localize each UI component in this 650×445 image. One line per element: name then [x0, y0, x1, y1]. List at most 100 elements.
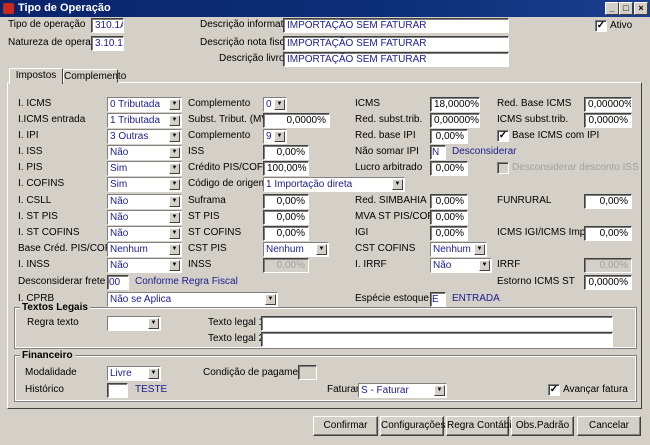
icms-subst-input[interactable]: 0,0000% [584, 113, 632, 128]
ativo-label: Ativo [610, 20, 633, 31]
i-csll-select[interactable]: Não ▼ [107, 194, 182, 209]
descricao-nota-fiscal-input[interactable]: IMPORTAÇÃO SEM FATURAR [283, 36, 509, 51]
irrf-input[interactable]: 0,00% [584, 258, 632, 273]
texto-legal-2-input[interactable] [261, 332, 613, 347]
estorno-input[interactable]: 0,0000% [584, 275, 632, 290]
i-st-pis-select[interactable]: Não ▼ [107, 210, 182, 225]
cst-pis-select[interactable]: Nenhum ▼ [263, 242, 329, 257]
suframa-input[interactable]: 0,00% [263, 194, 309, 209]
red-base-icms-input[interactable]: 0,00000% [584, 97, 632, 112]
chevron-down-icon[interactable]: ▼ [169, 115, 180, 126]
cst-cofins-select[interactable]: Nenhum ▼ [430, 242, 487, 257]
confirmar-button[interactable]: Confirmar [313, 416, 378, 436]
i-csll-value: Não [110, 196, 129, 207]
st-pis-label: ST PIS [188, 211, 220, 222]
condicao-pagamento-label: Condição de pagamento [203, 367, 312, 378]
base-icms-ipi-checkbox[interactable]: ✓ [497, 130, 509, 142]
icms-igi-input[interactable]: 0,00% [584, 226, 632, 241]
lucro-arb-input[interactable]: 0,00% [430, 161, 468, 176]
complemento2-select[interactable]: 9 ▼ [263, 129, 287, 144]
i-icms-entrada-label: I.ICMS entrada [18, 114, 86, 125]
i-irrf-select[interactable]: Não ▼ [430, 258, 492, 273]
chevron-down-icon[interactable]: ▼ [148, 318, 159, 329]
inss-input[interactable]: 0,00% [263, 258, 309, 273]
tab-complemento[interactable]: Complemento [63, 69, 126, 83]
especie-input[interactable]: E [430, 292, 446, 307]
complemento1-value: 0 [266, 99, 272, 110]
red-subst-input[interactable]: 0,00000% [430, 113, 480, 128]
i-cprb-select[interactable]: Não se Aplica ▼ [107, 292, 278, 307]
i-icms-select[interactable]: 0 Tributada ▼ [107, 97, 182, 112]
chevron-down-icon[interactable]: ▼ [434, 385, 445, 396]
complemento2-label: Complemento [188, 130, 251, 141]
chevron-down-icon[interactable]: ▼ [169, 228, 180, 239]
faturar-select[interactable]: S - Faturar ▼ [358, 383, 447, 398]
chevron-down-icon[interactable]: ▼ [265, 294, 276, 305]
complemento1-select[interactable]: 0 ▼ [263, 97, 287, 112]
st-cofins-input[interactable]: 0,00% [263, 226, 309, 241]
avancar-fatura-label: Avançar fatura [563, 384, 628, 395]
maximize-button[interactable]: □ [619, 2, 633, 15]
condicao-pagamento-input[interactable] [298, 365, 317, 380]
desc-frete-input[interactable]: 00 [107, 275, 129, 290]
chevron-down-icon[interactable]: ▼ [316, 244, 327, 255]
chevron-down-icon[interactable]: ▼ [169, 196, 180, 207]
chevron-down-icon[interactable]: ▼ [274, 131, 285, 142]
tipo-operacao-input[interactable]: 310.1A [91, 18, 124, 33]
igi-input[interactable]: 0,00% [430, 226, 468, 241]
funrural-input[interactable]: 0,00% [584, 194, 632, 209]
historico-input[interactable] [107, 383, 128, 398]
chevron-down-icon[interactable]: ▼ [169, 260, 180, 271]
cod-origem-select[interactable]: 1 Importação direta ▼ [263, 177, 405, 192]
configuracoes-button[interactable]: Configurações [380, 416, 445, 436]
mva-st-pis-input[interactable]: 0,00% [430, 210, 468, 225]
base-cred-select[interactable]: Nenhum ▼ [107, 242, 182, 257]
historico-label: Histórico [25, 384, 64, 395]
cred-pis-input[interactable]: 100,00% [263, 161, 309, 176]
tab-impostos[interactable]: Impostos [9, 68, 63, 84]
chevron-down-icon[interactable]: ▼ [169, 179, 180, 190]
minimize-button[interactable]: _ [605, 2, 619, 15]
chevron-down-icon[interactable]: ▼ [169, 212, 180, 223]
i-iss-select[interactable]: Não ▼ [107, 145, 182, 160]
red-base-ipi-input[interactable]: 0,00% [430, 129, 468, 144]
st-pis-input[interactable]: 0,00% [263, 210, 309, 225]
iss-input[interactable]: 0,00% [263, 145, 309, 160]
chevron-down-icon[interactable]: ▼ [392, 179, 403, 190]
i-cofins-select[interactable]: Sim ▼ [107, 177, 182, 192]
ativo-checkbox[interactable]: ✓ [595, 20, 607, 32]
avancar-fatura-checkbox[interactable]: ✓ [548, 384, 560, 396]
chevron-down-icon[interactable]: ▼ [274, 99, 285, 110]
i-ipi-select[interactable]: 3 Outras ▼ [107, 129, 182, 144]
i-inss-label: I. INSS [18, 259, 50, 270]
texto-legal-1-input[interactable] [261, 316, 613, 331]
i-icms-entrada-select[interactable]: 1 Tributada ▼ [107, 113, 182, 128]
regra-texto-select[interactable]: ▼ [107, 316, 161, 331]
regra-contabil-button[interactable]: Regra Contábil [446, 416, 514, 436]
desc-iss-checkbox[interactable] [497, 162, 509, 174]
chevron-down-icon[interactable]: ▼ [479, 260, 490, 271]
faturar-value: S - Faturar [361, 385, 409, 396]
i-st-cofins-select[interactable]: Não ▼ [107, 226, 182, 241]
icms-input[interactable]: 18,0000% [430, 97, 480, 112]
descricao-livros-input[interactable]: IMPORTAÇÃO SEM FATURAR [283, 52, 509, 67]
natureza-operacao-input[interactable]: 3.10.1 [91, 36, 124, 51]
obspadrao-button[interactable]: Obs.Padrão [511, 416, 574, 436]
chevron-down-icon[interactable]: ▼ [169, 147, 180, 158]
chevron-down-icon[interactable]: ▼ [169, 163, 180, 174]
i-pis-select[interactable]: Sim ▼ [107, 161, 182, 176]
red-simbahia-input[interactable]: 0,00% [430, 194, 468, 209]
mva-input[interactable]: 0,0000% [263, 113, 330, 128]
chevron-down-icon[interactable]: ▼ [148, 368, 159, 379]
nao-somar-ipi-input[interactable]: N [430, 145, 446, 160]
app-icon [3, 3, 14, 14]
descricao-informativa-input[interactable]: IMPORTAÇÃO SEM FATURAR [283, 18, 509, 33]
chevron-down-icon[interactable]: ▼ [169, 99, 180, 110]
chevron-down-icon[interactable]: ▼ [474, 244, 485, 255]
close-button[interactable]: × [634, 2, 648, 15]
i-inss-select[interactable]: Não ▼ [107, 258, 182, 273]
chevron-down-icon[interactable]: ▼ [169, 244, 180, 255]
chevron-down-icon[interactable]: ▼ [169, 131, 180, 142]
modalidade-select[interactable]: Livre ▼ [107, 366, 161, 381]
cancelar-button[interactable]: Cancelar [577, 416, 641, 436]
